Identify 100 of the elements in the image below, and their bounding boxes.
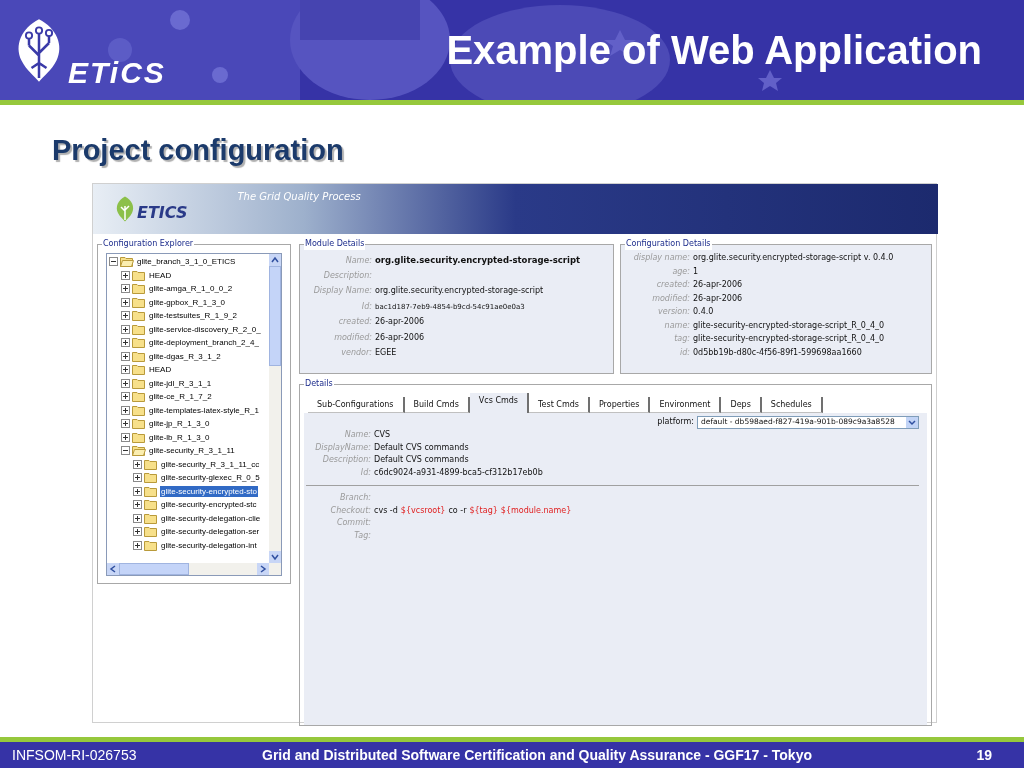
- field-label: Id:: [360, 300, 373, 313]
- folder-icon: [144, 458, 158, 470]
- tree-item[interactable]: glite-jp_R_1_3_0: [148, 418, 211, 430]
- tab[interactable]: Schedules: [761, 397, 823, 413]
- field-label: modified:: [333, 331, 373, 344]
- collapse-icon[interactable]: [109, 257, 118, 267]
- folder-icon: [132, 377, 146, 389]
- tab[interactable]: Environment: [650, 397, 722, 413]
- tree-item[interactable]: glite-security-delegation-clie: [160, 512, 262, 524]
- expand-icon[interactable]: [121, 351, 130, 361]
- tab[interactable]: Vcs Cmds: [469, 393, 529, 413]
- expand-icon[interactable]: [121, 338, 130, 348]
- folder-icon: [132, 404, 146, 416]
- field-value: org.glite.security.encrypted-storage-script: [375, 254, 581, 267]
- scroll-right-icon[interactable]: [257, 563, 269, 575]
- field-label: Name:: [343, 429, 372, 441]
- tree-item[interactable]: HEAD: [148, 364, 173, 376]
- field-label: vendor:: [340, 347, 373, 359]
- field-value: 0d5bb19b-d80c-4f56-89f1-599698aa1660: [693, 346, 862, 359]
- expand-icon[interactable]: [121, 270, 130, 280]
- collapse-icon[interactable]: [121, 446, 130, 456]
- field-label: Branch:: [339, 492, 372, 504]
- tree-item[interactable]: glite-security-encrypted-sto: [160, 485, 259, 497]
- field-label: created:: [337, 316, 373, 328]
- expand-icon[interactable]: [133, 513, 142, 523]
- expand-icon[interactable]: [121, 378, 130, 388]
- expand-icon[interactable]: [121, 297, 130, 307]
- tab[interactable]: Sub-Configurations: [308, 397, 405, 413]
- scroll-up-icon[interactable]: [269, 254, 281, 266]
- expand-icon[interactable]: [121, 432, 130, 442]
- field-label: name:: [663, 319, 691, 332]
- field-label: DisplayName:: [314, 441, 372, 454]
- field-label: version:: [657, 306, 691, 318]
- page-number: 19: [976, 745, 992, 765]
- folder-icon: [132, 323, 146, 335]
- tree-item[interactable]: glite-amga_R_1_0_0_2: [148, 283, 234, 295]
- tree-item[interactable]: glite-security-delegation-int: [160, 539, 258, 551]
- tree-item[interactable]: glite-dgas_R_3_1_2: [148, 350, 222, 362]
- field-value: 26-apr-2006: [375, 331, 425, 344]
- dropdown-icon: [906, 416, 918, 428]
- leaf-logo-icon: [115, 196, 135, 222]
- scroll-down-icon[interactable]: [269, 551, 281, 563]
- field-label: Commit:: [335, 517, 372, 529]
- field-label: Tag:: [353, 529, 372, 542]
- expand-icon[interactable]: [133, 486, 142, 496]
- field-value: org.glite.security.encrypted-storage-script: [375, 285, 544, 297]
- footer-text: INFSOM-RI-026753: [12, 745, 138, 765]
- banner-tagline: The Grid Quality Process: [237, 189, 361, 204]
- vertical-scrollbar[interactable]: [269, 254, 281, 563]
- field-value: 26-apr-2006: [693, 292, 743, 305]
- field-value: 0.4.0: [693, 306, 714, 318]
- field-value: CVS: [374, 429, 391, 441]
- tree-item[interactable]: glite-security_R_3_1_11: [148, 445, 236, 457]
- expand-icon[interactable]: [133, 527, 142, 537]
- expand-icon[interactable]: [121, 365, 130, 375]
- field-value: Default CVS commands: [374, 454, 469, 466]
- tab[interactable]: Properties: [589, 397, 651, 413]
- folder-icon: [144, 526, 158, 538]
- tree-item[interactable]: glite-service-discovery_R_2_0_: [148, 323, 262, 335]
- slide-subtitle: Project configuration: [52, 134, 344, 166]
- tree-item[interactable]: glite-security_R_3_1_11_cc: [160, 458, 261, 470]
- field-label: Checkout:: [329, 504, 372, 517]
- folder-icon: [144, 512, 158, 524]
- expand-icon[interactable]: [121, 419, 130, 429]
- field-value: c6dc9024-a931-4899-bca5-cf312b17eb0b: [374, 466, 543, 479]
- expand-icon[interactable]: [121, 311, 130, 321]
- scroll-left-icon[interactable]: [107, 563, 119, 575]
- tree-item[interactable]: HEAD: [148, 269, 173, 281]
- expand-icon[interactable]: [133, 500, 142, 510]
- expand-icon[interactable]: [121, 324, 130, 334]
- field-label: Description:: [321, 454, 372, 466]
- expand-icon[interactable]: [133, 473, 142, 483]
- tab[interactable]: Deps: [721, 397, 762, 413]
- tab[interactable]: Build Cmds: [404, 397, 470, 413]
- tree-item[interactable]: glite-jdl_R_3_1_1: [148, 377, 213, 389]
- expand-icon[interactable]: [121, 405, 130, 415]
- panel-title: Module Details: [304, 238, 366, 250]
- folder-icon: [132, 350, 146, 362]
- logo-text: ETICS: [137, 204, 188, 222]
- folder-icon: [132, 310, 146, 322]
- field-value: 26-apr-2006: [375, 316, 425, 328]
- horizontal-scrollbar[interactable]: [107, 563, 281, 575]
- tree-item[interactable]: glite-deployment_branch_2_4_: [148, 337, 260, 349]
- tree-item[interactable]: glite-security-encrypted-stc: [160, 499, 258, 511]
- tree-item[interactable]: glite_branch_3_1_0_ETICS: [136, 256, 237, 268]
- tree-item[interactable]: glite-templates-latex-style_R_1: [148, 404, 260, 416]
- tree-item[interactable]: glite-security-glexec_R_0_5: [160, 472, 261, 484]
- tree-item[interactable]: glite-ce_R_1_7_2: [148, 391, 213, 403]
- field-value: 26-apr-2006: [693, 279, 743, 291]
- tree-item[interactable]: glite-testsuites_R_1_9_2: [148, 310, 239, 322]
- expand-icon[interactable]: [133, 540, 142, 550]
- tree-item[interactable]: glite-security-delegation-ser: [160, 526, 261, 538]
- tree-item[interactable]: glite-gpbox_R_1_3_0: [148, 296, 227, 308]
- tab[interactable]: Test Cmds: [529, 397, 590, 413]
- expand-icon[interactable]: [121, 284, 130, 294]
- field-value: 1: [693, 265, 699, 278]
- expand-icon[interactable]: [133, 459, 142, 469]
- command-text: co -r: [448, 504, 467, 517]
- expand-icon[interactable]: [121, 392, 130, 402]
- tree-item[interactable]: glite-lb_R_1_3_0: [148, 431, 211, 443]
